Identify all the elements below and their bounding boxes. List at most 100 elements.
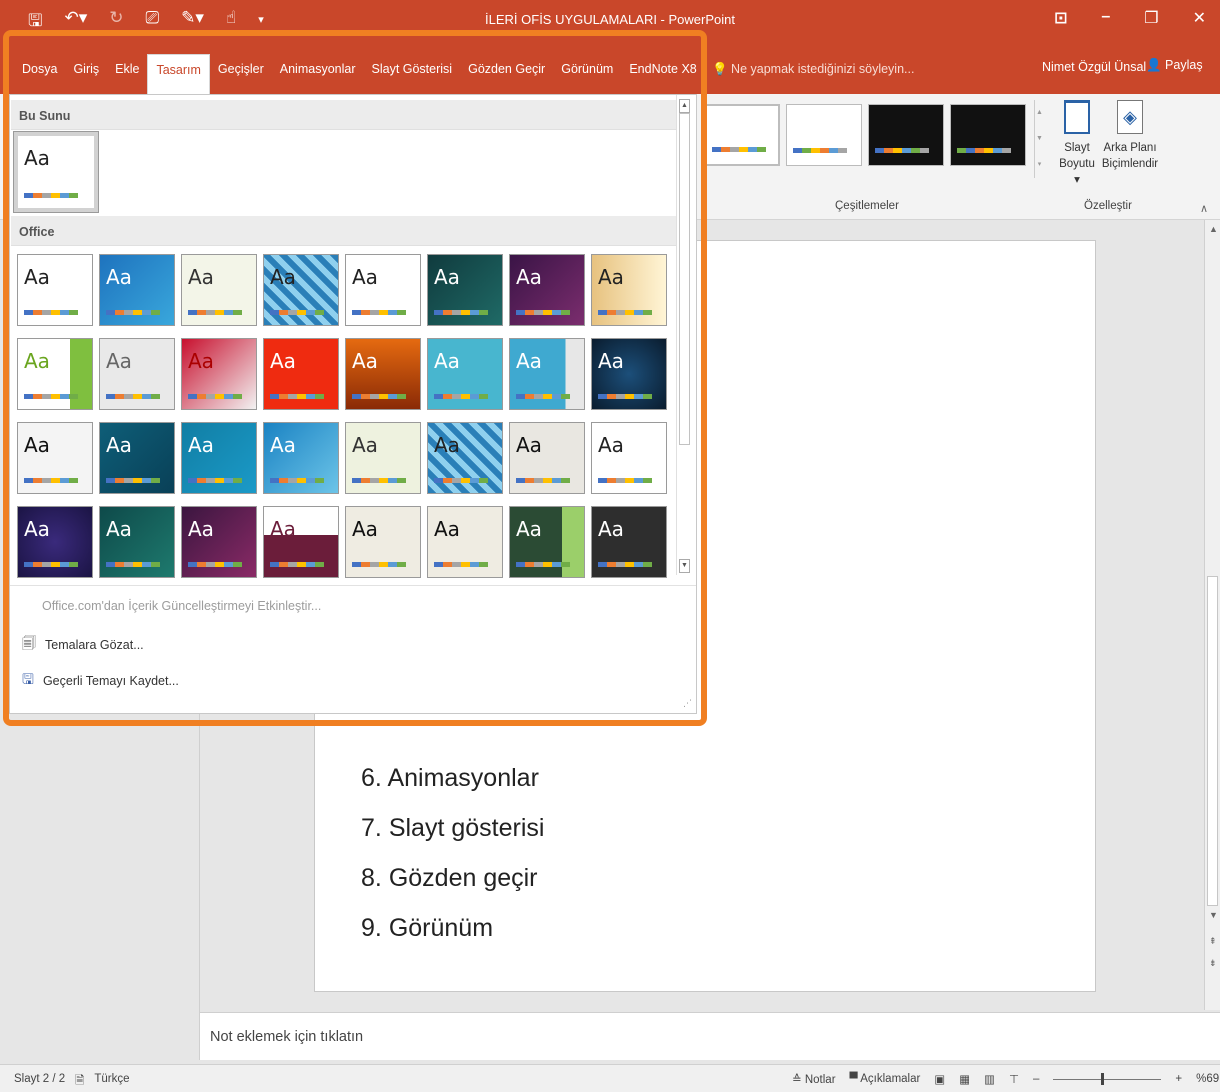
office-theme-thumb[interactable]: Aa: [427, 506, 503, 578]
gallery-scroll-down-icon[interactable]: ▼: [679, 559, 690, 573]
slide-counter[interactable]: Slayt 2 / 2: [14, 1073, 65, 1092]
slide-size-button[interactable]: Slayt Boyutu ▾: [1056, 98, 1098, 188]
resize-grip-icon[interactable]: ⋰: [683, 698, 692, 709]
tab-gecisler[interactable]: Geçişler: [210, 54, 272, 94]
tab-animasyonlar[interactable]: Animasyonlar: [272, 54, 364, 94]
office-theme-thumb[interactable]: Aa: [263, 338, 339, 410]
ribbon-tabs: Dosya Giriş Ekle Tasarım Geçişler Animas…: [14, 54, 705, 94]
office-theme-thumb[interactable]: Aa: [99, 506, 175, 578]
office-theme-thumb[interactable]: Aa: [181, 506, 257, 578]
office-theme-thumb[interactable]: Aa: [181, 254, 257, 326]
share-button[interactable]: 👤 Paylaş: [1146, 58, 1203, 73]
variant-thumb-2[interactable]: [786, 104, 862, 166]
scroll-thumb[interactable]: [1207, 576, 1218, 906]
office-theme-thumb[interactable]: Aa: [509, 506, 585, 578]
zoom-slider[interactable]: [1053, 1072, 1162, 1085]
slide-list-item[interactable]: 8. Gözden geçir: [361, 853, 544, 903]
office-theme-thumb[interactable]: Aa: [263, 422, 339, 494]
variant-thumb-1[interactable]: [704, 104, 780, 166]
office-theme-thumb[interactable]: Aa: [181, 422, 257, 494]
browse-themes-icon: 🗐: [22, 635, 36, 651]
office-theme-thumb[interactable]: Aa: [345, 506, 421, 578]
office-theme-thumb[interactable]: Aa: [591, 254, 667, 326]
slide-vertical-scrollbar[interactable]: ▲ ▼ ⇞ ⇟: [1204, 220, 1220, 1010]
theme-color-swatches: [352, 562, 406, 567]
zoom-in-icon[interactable]: +: [1175, 1073, 1182, 1085]
notes-toggle[interactable]: ≙ Notlar: [792, 1072, 836, 1086]
restore-icon[interactable]: ❐: [1144, 8, 1158, 28]
office-theme-thumb[interactable]: Aa: [263, 254, 339, 326]
office-theme-thumb[interactable]: Aa: [99, 338, 175, 410]
tab-ekle[interactable]: Ekle: [107, 54, 147, 94]
save-current-theme-link[interactable]: 🖫 Geçerli Temayı Kaydet...: [22, 669, 179, 693]
normal-view-icon[interactable]: ▣: [934, 1072, 945, 1086]
notes-toggle-label: Notlar: [804, 1074, 836, 1086]
slide-list-item[interactable]: 6. Animasyonlar: [361, 753, 544, 803]
language-indicator[interactable]: Türkçe: [94, 1073, 129, 1092]
gallery-scrollbar[interactable]: ▲ ▼: [676, 95, 692, 575]
collapse-ribbon-icon[interactable]: ∧: [1200, 202, 1208, 215]
office-theme-thumb[interactable]: Aa: [17, 506, 93, 578]
previous-slide-icon[interactable]: ⇞: [1209, 936, 1217, 947]
notes-pane[interactable]: Not eklemek için tıklatın: [200, 1012, 1220, 1060]
theme-glyph: Aa: [434, 349, 460, 373]
theme-glyph: Aa: [434, 517, 460, 541]
zoom-out-icon[interactable]: –: [1033, 1073, 1039, 1085]
close-icon[interactable]: ✕: [1193, 8, 1206, 28]
tell-me-box[interactable]: 💡 Ne yapmak istediğinizi söyleyin...: [712, 62, 914, 77]
spell-check-icon[interactable]: 🗎: [75, 1073, 84, 1092]
current-theme-thumb[interactable]: Aa: [13, 131, 99, 213]
variant-thumb-3[interactable]: [868, 104, 944, 166]
tab-giris[interactable]: Giriş: [65, 54, 107, 94]
office-theme-thumb[interactable]: Aa: [591, 422, 667, 494]
office-theme-thumb[interactable]: Aa: [345, 422, 421, 494]
office-theme-thumb[interactable]: Aa: [99, 422, 175, 494]
tab-endnote[interactable]: EndNote X8: [621, 54, 704, 94]
next-slide-icon[interactable]: ⇟: [1209, 958, 1217, 969]
office-theme-thumb[interactable]: Aa: [345, 338, 421, 410]
office-theme-thumb[interactable]: Aa: [99, 254, 175, 326]
slide-sorter-icon[interactable]: ▦: [959, 1072, 970, 1086]
tab-gorunum[interactable]: Görünüm: [553, 54, 621, 94]
office-theme-thumb[interactable]: Aa: [345, 254, 421, 326]
office-theme-thumb[interactable]: Aa: [17, 338, 93, 410]
gallery-scroll-up-icon[interactable]: ▲: [679, 99, 690, 113]
user-name[interactable]: Nimet Özgül Ünsal: [1042, 60, 1146, 74]
slide-list-item[interactable]: 9. Görünüm: [361, 903, 544, 953]
slide-size-label-1: Slayt: [1064, 142, 1090, 154]
minimize-icon[interactable]: –: [1101, 8, 1110, 28]
theme-glyph: Aa: [188, 517, 214, 541]
office-theme-thumb[interactable]: Aa: [263, 506, 339, 578]
scroll-up-icon[interactable]: ▲: [1209, 224, 1218, 234]
office-theme-thumb[interactable]: Aa: [427, 422, 503, 494]
office-theme-thumb[interactable]: Aa: [427, 254, 503, 326]
office-theme-thumb[interactable]: Aa: [181, 338, 257, 410]
zoom-slider-thumb[interactable]: [1101, 1072, 1105, 1085]
theme-glyph: Aa: [516, 265, 542, 289]
format-background-button[interactable]: ◈ Arka Planı Biçimlendir: [1100, 98, 1160, 172]
slide-list-item[interactable]: 7. Slayt gösterisi: [361, 803, 544, 853]
browse-themes-link[interactable]: 🗐 Temalara Gözat...: [22, 633, 144, 657]
office-theme-thumb[interactable]: Aa: [509, 254, 585, 326]
reading-view-icon[interactable]: ▥: [984, 1072, 995, 1086]
office-theme-thumb[interactable]: Aa: [427, 338, 503, 410]
office-theme-thumb[interactable]: Aa: [17, 254, 93, 326]
tab-gozden-gecir[interactable]: Gözden Geçir: [460, 54, 553, 94]
office-theme-thumb[interactable]: Aa: [17, 422, 93, 494]
variant-thumb-4[interactable]: [950, 104, 1026, 166]
tab-dosya[interactable]: Dosya: [14, 54, 65, 94]
scroll-down-icon[interactable]: ▼: [1209, 910, 1218, 920]
gallery-scroll-thumb[interactable]: [679, 113, 690, 445]
office-theme-thumb[interactable]: Aa: [509, 422, 585, 494]
variants-scroll[interactable]: ▲ ▼ ▾: [1034, 100, 1044, 178]
slideshow-view-icon[interactable]: ⊤: [1009, 1072, 1019, 1086]
zoom-level[interactable]: %69: [1196, 1073, 1219, 1085]
office-theme-thumb[interactable]: Aa: [591, 338, 667, 410]
tab-slayt-gosterisi[interactable]: Slayt Gösterisi: [364, 54, 461, 94]
office-theme-thumb[interactable]: Aa: [509, 338, 585, 410]
comments-toggle[interactable]: ▀ Açıklamalar: [850, 1073, 921, 1085]
ribbon-display-icon[interactable]: ⊡: [1054, 8, 1067, 28]
office-theme-thumb[interactable]: Aa: [591, 506, 667, 578]
window-controls: ⊡ – ❐ ✕: [1054, 8, 1206, 28]
tab-tasarim[interactable]: Tasarım: [147, 54, 210, 94]
